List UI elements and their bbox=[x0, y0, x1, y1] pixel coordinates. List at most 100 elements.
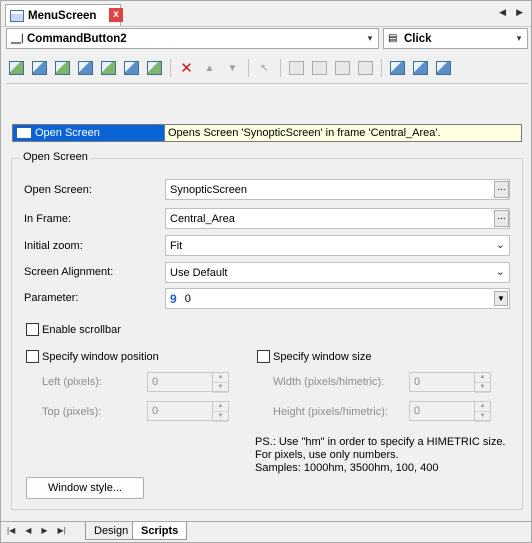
specify-size-checkbox[interactable]: Specify window size bbox=[257, 350, 371, 363]
screen-icon bbox=[10, 9, 24, 22]
delete-icon[interactable]: ✕ bbox=[176, 58, 197, 78]
himetric-note: PS.: Use "hm" in order to specify a HIME… bbox=[255, 436, 506, 475]
open-screen-value: SynopticScreen bbox=[170, 183, 248, 196]
chevron-down-icon: ⌄ bbox=[495, 266, 505, 278]
open-screen-label: Open Screen: bbox=[24, 184, 92, 196]
browse-screen-button[interactable]: ... bbox=[494, 181, 509, 198]
tab-navigation: ◀ ▶ bbox=[499, 7, 523, 18]
find-icon[interactable] bbox=[286, 58, 307, 78]
variable-command-icon[interactable] bbox=[98, 58, 119, 78]
open-screen-field[interactable]: SynopticScreen ... bbox=[165, 179, 510, 200]
width-label: Width (pixels/himetric): bbox=[273, 376, 385, 388]
command-name: Open Screen bbox=[35, 127, 100, 139]
toolbar-separator bbox=[170, 59, 171, 77]
note-line: For pixels, use only numbers. bbox=[255, 449, 399, 461]
move-up-icon[interactable]: ▲ bbox=[199, 58, 220, 78]
enable-scrollbar-label: Enable scrollbar bbox=[42, 323, 121, 336]
in-frame-value: Central_Area bbox=[170, 212, 235, 225]
tab-prev-icon[interactable]: ◀ bbox=[499, 7, 506, 18]
in-frame-field[interactable]: Central_Area ... bbox=[165, 208, 510, 229]
screen-alignment-select[interactable]: Use Default ⌄ bbox=[165, 262, 510, 283]
replace-icon[interactable] bbox=[332, 58, 353, 78]
list-item[interactable]: Open Screen Opens Screen 'SynopticScreen… bbox=[12, 124, 522, 142]
print-command-icon[interactable] bbox=[144, 58, 165, 78]
left-value: 0 bbox=[152, 376, 159, 388]
width-spinner[interactable]: 0 ▲ ▼ bbox=[409, 372, 491, 393]
left-label: Left (pixels): bbox=[42, 376, 102, 388]
next-tab-icon[interactable]: ▶ bbox=[41, 526, 47, 535]
top-value: 0 bbox=[152, 405, 159, 417]
list-check-icon[interactable] bbox=[410, 58, 431, 78]
selector-row: ⎽| CommandButton2 ▾ ▤ Click ▾ bbox=[6, 28, 528, 50]
window-style-button[interactable]: Window style... bbox=[26, 477, 144, 499]
event-select-value: Click bbox=[404, 32, 432, 45]
object-select-value: CommandButton2 bbox=[27, 32, 127, 45]
height-value: 0 bbox=[414, 405, 421, 417]
new-command-icon[interactable] bbox=[6, 58, 27, 78]
specify-size-label: Specify window size bbox=[273, 350, 372, 363]
list-all-icon[interactable] bbox=[433, 58, 454, 78]
insert-command-icon[interactable] bbox=[29, 58, 50, 78]
list-icon[interactable] bbox=[387, 58, 408, 78]
initial-zoom-label: Initial zoom: bbox=[24, 240, 83, 252]
enable-scrollbar-checkbox[interactable]: Enable scrollbar bbox=[26, 323, 121, 336]
tab-design[interactable]: Design bbox=[85, 522, 138, 540]
bottom-tab-strip: |◀ ◀ ▶ ▶| Design Scripts bbox=[1, 521, 531, 542]
checkbox-box bbox=[257, 350, 270, 363]
parameter-label: Parameter: bbox=[24, 292, 79, 304]
document-tab-title: MenuScreen bbox=[28, 9, 97, 22]
parameter-field[interactable]: 9 0 ▼ bbox=[165, 288, 510, 309]
spinner-buttons[interactable]: ▲ ▼ bbox=[212, 373, 228, 393]
spinner-buttons[interactable]: ▲ ▼ bbox=[474, 373, 490, 393]
object-icon: ⎽| bbox=[11, 33, 24, 44]
first-tab-icon[interactable]: |◀ bbox=[7, 526, 15, 535]
document-tab[interactable]: MenuScreen x bbox=[5, 4, 123, 26]
specify-position-checkbox[interactable]: Specify window position bbox=[26, 350, 159, 363]
tab-scripts[interactable]: Scripts bbox=[132, 522, 188, 540]
screen-alignment-label: Screen Alignment: bbox=[24, 266, 114, 278]
close-icon[interactable]: x bbox=[109, 8, 123, 22]
check-syntax-icon[interactable] bbox=[355, 58, 376, 78]
document-tab-strip: MenuScreen x ◀ ▶ bbox=[1, 1, 531, 27]
parameter-value: 0 bbox=[184, 292, 191, 305]
note-line: PS.: Use "hm" in order to specify a HIME… bbox=[255, 436, 506, 448]
top-spinner[interactable]: 0 ▲ ▼ bbox=[147, 401, 229, 422]
height-spinner[interactable]: 0 ▲ ▼ bbox=[409, 401, 491, 422]
move-down-icon[interactable]: ▼ bbox=[222, 58, 243, 78]
tab-scroll-buttons: |◀ ◀ ▶ ▶| bbox=[7, 526, 66, 535]
command-list: Open Screen Opens Screen 'SynopticScreen… bbox=[6, 83, 528, 145]
toolbar-separator bbox=[248, 59, 249, 77]
prev-tab-icon[interactable]: ◀ bbox=[25, 526, 31, 535]
spinner-buttons[interactable]: ▲ ▼ bbox=[212, 402, 228, 422]
note-line: Samples: 1000hm, 3500hm, 100, 400 bbox=[255, 462, 439, 474]
group-title: Open Screen bbox=[21, 151, 90, 163]
command-description: Opens Screen 'SynopticScreen' in frame '… bbox=[168, 127, 441, 139]
initial-zoom-value: Fit bbox=[170, 239, 183, 252]
height-label: Height (pixels/himetric): bbox=[273, 406, 388, 418]
open-screen-group: Open Screen Open Screen: SynopticScreen … bbox=[11, 151, 523, 510]
event-icon: ▤ bbox=[388, 33, 398, 44]
find-next-icon[interactable] bbox=[309, 58, 330, 78]
tab-next-icon[interactable]: ▶ bbox=[516, 7, 523, 18]
cursor-icon[interactable]: ↖ bbox=[254, 58, 275, 78]
checkbox-box bbox=[26, 350, 39, 363]
chevron-down-icon: ▾ bbox=[367, 33, 373, 43]
open-screen-icon bbox=[16, 127, 32, 139]
editor-window: MenuScreen x ◀ ▶ ⎽| CommandButton2 ▾ ▤ C… bbox=[0, 0, 532, 543]
settings-command-icon[interactable] bbox=[121, 58, 142, 78]
toolbar-separator bbox=[280, 59, 281, 77]
left-spinner[interactable]: 0 ▲ ▼ bbox=[147, 372, 229, 393]
chevron-down-icon[interactable]: ▼ bbox=[494, 291, 508, 306]
image-command-icon[interactable] bbox=[52, 58, 73, 78]
script-toolbar: ✕ ▲ ▼ ↖ bbox=[6, 57, 528, 79]
object-select[interactable]: ⎽| CommandButton2 ▾ bbox=[6, 28, 379, 49]
browse-frame-button[interactable]: ... bbox=[494, 210, 509, 227]
last-tab-icon[interactable]: ▶| bbox=[58, 526, 66, 535]
in-frame-label: In Frame: bbox=[24, 213, 72, 225]
initial-zoom-select[interactable]: Fit ⌄ bbox=[165, 235, 510, 256]
event-select[interactable]: ▤ Click ▾ bbox=[383, 28, 528, 49]
screen-command-icon[interactable] bbox=[75, 58, 96, 78]
spinner-buttons[interactable]: ▲ ▼ bbox=[474, 402, 490, 422]
width-value: 0 bbox=[414, 376, 421, 388]
specify-position-label: Specify window position bbox=[42, 350, 159, 363]
